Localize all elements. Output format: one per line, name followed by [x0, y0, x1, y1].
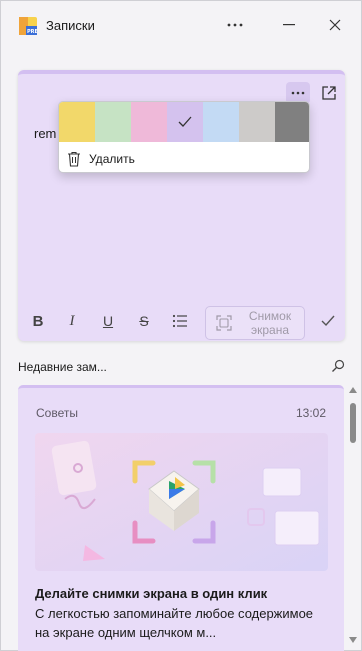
- note-color-menu: Удалить: [58, 101, 310, 173]
- color-swatch[interactable]: [167, 102, 203, 142]
- minimize-button[interactable]: [273, 9, 305, 41]
- color-swatch[interactable]: [275, 102, 309, 142]
- screenshot-icon: [216, 315, 232, 331]
- title-more-button[interactable]: [219, 9, 251, 41]
- title-bar: PRE Записки: [1, 1, 361, 51]
- done-button[interactable]: [318, 311, 338, 331]
- bulleted-list-button[interactable]: [170, 311, 190, 331]
- delete-label: Удалить: [89, 152, 135, 166]
- svg-text:PRE: PRE: [27, 29, 37, 35]
- color-swatch[interactable]: [95, 102, 131, 142]
- scroll-thumb[interactable]: [350, 403, 356, 443]
- color-swatch[interactable]: [59, 102, 95, 142]
- tip-card-time: 13:02: [295, 406, 326, 420]
- sticky-notes-app-icon: PRE: [19, 17, 37, 35]
- screenshot-label: Снимок экрана: [248, 309, 292, 337]
- strikethrough-button[interactable]: S: [134, 311, 154, 331]
- color-swatch[interactable]: [131, 102, 167, 142]
- note-text[interactable]: rem: [34, 126, 56, 141]
- screenshot-illustration: [35, 433, 328, 571]
- recent-notes-title[interactable]: Недавние зам...: [18, 360, 107, 374]
- tips-note-card[interactable]: Советы 13:02 Делайте снимки экрана в оди…: [18, 385, 344, 651]
- checkmark-icon: [321, 315, 335, 327]
- italic-button[interactable]: I: [62, 311, 82, 331]
- close-icon: [329, 19, 341, 31]
- color-swatch[interactable]: [203, 102, 239, 142]
- color-swatches: [59, 102, 309, 142]
- open-in-window-icon[interactable]: [320, 84, 338, 102]
- list-icon: [172, 314, 187, 328]
- tip-card-label: Советы: [36, 406, 78, 420]
- recent-notes-scrollbar[interactable]: [348, 385, 358, 645]
- search-icon[interactable]: [331, 359, 345, 373]
- sticky-notes-window: PRE Записки rem B I U S Снимок экрана Уд…: [0, 0, 362, 651]
- underline-button[interactable]: U: [98, 311, 118, 331]
- recent-notes-header: Недавние зам...: [18, 358, 345, 376]
- checkmark-icon: [178, 116, 192, 127]
- delete-note-menu-item[interactable]: Удалить: [59, 144, 309, 172]
- more-icon: [227, 23, 243, 27]
- minimize-icon: [283, 24, 295, 26]
- tip-card-body: С легкостью запоминайте любое содержимое…: [35, 606, 314, 640]
- app-title: Записки: [46, 18, 95, 33]
- more-icon: [291, 91, 305, 95]
- scroll-up-icon[interactable]: [349, 387, 357, 393]
- trash-icon: [68, 151, 80, 167]
- format-toolbar: B I U S Снимок экрана: [18, 301, 345, 341]
- scroll-down-icon[interactable]: [349, 637, 357, 643]
- color-swatch[interactable]: [239, 102, 275, 142]
- close-button[interactable]: [319, 9, 351, 41]
- tip-card-heading: Делайте снимки экрана в один клик: [35, 586, 268, 601]
- bold-button[interactable]: B: [28, 311, 48, 331]
- screenshot-button[interactable]: Снимок экрана: [205, 306, 305, 340]
